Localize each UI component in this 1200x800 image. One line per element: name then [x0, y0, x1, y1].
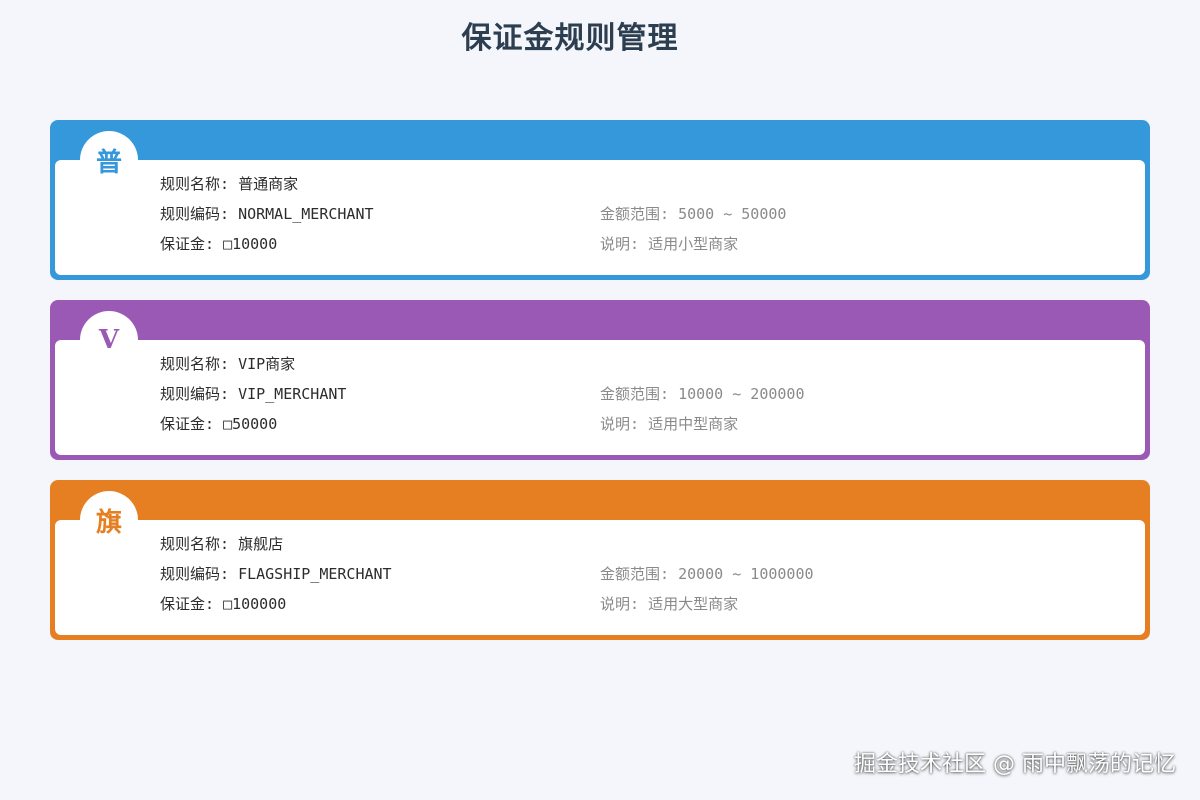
watermark: 掘金技术社区 @ 雨中飘荡的记忆 — [854, 752, 1176, 777]
rule-deposit-label: 保证金: — [160, 235, 224, 253]
rule-name-value: VIP商家 — [238, 355, 296, 373]
rule-range-field: 金额范围: 10000 ~ 200000 — [600, 384, 805, 404]
rule-range-field: 金额范围: 20000 ~ 1000000 — [600, 564, 814, 584]
rule-desc-field: 说明: 适用大型商家 — [600, 594, 738, 614]
rule-code-label: 规则编码: — [160, 565, 239, 583]
rule-code-value: FLAGSHIP_MERCHANT — [238, 565, 392, 583]
rule-card-body: 规则名称: 普通商家 规则编码: NORMAL_MERCHANT 保证金: □1… — [55, 160, 1145, 275]
rule-range-value: 10000 ~ 200000 — [678, 385, 805, 403]
rule-code-field: 规则编码: FLAGSHIP_MERCHANT — [160, 564, 392, 584]
rule-badge: 旗 — [80, 491, 138, 549]
rule-deposit-value: □100000 — [223, 595, 287, 613]
rule-range-label: 金额范围: — [600, 565, 679, 583]
rule-code-label: 规则编码: — [160, 385, 239, 403]
rule-name-label: 规则名称: — [160, 355, 239, 373]
rule-desc-field: 说明: 适用小型商家 — [600, 234, 738, 254]
rule-card-body: 规则名称: VIP商家 规则编码: VIP_MERCHANT 保证金: □500… — [55, 340, 1145, 455]
rule-range-label: 金额范围: — [600, 385, 679, 403]
rule-name-field: 规则名称: VIP商家 — [160, 354, 295, 374]
rule-range-value: 20000 ~ 1000000 — [678, 565, 814, 583]
rule-name-value: 旗舰店 — [238, 535, 284, 553]
rule-range-field: 金额范围: 5000 ~ 50000 — [600, 204, 786, 224]
rule-card-body: 规则名称: 旗舰店 规则编码: FLAGSHIP_MERCHANT 保证金: □… — [55, 520, 1145, 635]
rule-code-field: 规则编码: NORMAL_MERCHANT — [160, 204, 374, 224]
rule-card-normal[interactable]: 普 规则名称: 普通商家 规则编码: NORMAL_MERCHANT 保证金: … — [50, 120, 1150, 280]
rule-name-label: 规则名称: — [160, 175, 239, 193]
rule-card-vip[interactable]: V 规则名称: VIP商家 规则编码: VIP_MERCHANT 保证金: □5… — [50, 300, 1150, 460]
rule-desc-label: 说明: — [600, 235, 649, 253]
page-title: 保证金规则管理 — [461, 21, 679, 56]
rule-card-flagship[interactable]: 旗 规则名称: 旗舰店 规则编码: FLAGSHIP_MERCHANT 保证金:… — [50, 480, 1150, 640]
rule-code-label: 规则编码: — [160, 205, 239, 223]
rule-deposit-field: 保证金: □50000 — [160, 414, 277, 434]
rule-deposit-value: □50000 — [223, 415, 278, 433]
rule-name-value: 普通商家 — [238, 175, 299, 193]
rule-card-list: 普 规则名称: 普通商家 规则编码: NORMAL_MERCHANT 保证金: … — [50, 120, 1150, 660]
rule-deposit-label: 保证金: — [160, 595, 224, 613]
rule-range-label: 金额范围: — [600, 205, 679, 223]
rule-desc-field: 说明: 适用中型商家 — [600, 414, 738, 434]
rule-desc-value: 适用大型商家 — [648, 595, 739, 613]
rule-desc-label: 说明: — [600, 595, 649, 613]
rule-badge: V — [80, 311, 138, 369]
rule-name-label: 规则名称: — [160, 535, 239, 553]
rule-deposit-field: 保证金: □100000 — [160, 594, 286, 614]
rule-range-value: 5000 ~ 50000 — [678, 205, 787, 223]
rule-code-value: VIP_MERCHANT — [238, 385, 347, 403]
rule-desc-label: 说明: — [600, 415, 649, 433]
rule-name-field: 规则名称: 普通商家 — [160, 174, 298, 194]
rule-badge: 普 — [80, 131, 138, 189]
rule-desc-value: 适用中型商家 — [648, 415, 739, 433]
rule-name-field: 规则名称: 旗舰店 — [160, 534, 283, 554]
rule-deposit-field: 保证金: □10000 — [160, 234, 277, 254]
rule-desc-value: 适用小型商家 — [648, 235, 739, 253]
rule-deposit-label: 保证金: — [160, 415, 224, 433]
rule-code-field: 规则编码: VIP_MERCHANT — [160, 384, 346, 404]
rule-deposit-value: □10000 — [223, 235, 278, 253]
rule-code-value: NORMAL_MERCHANT — [238, 205, 374, 223]
